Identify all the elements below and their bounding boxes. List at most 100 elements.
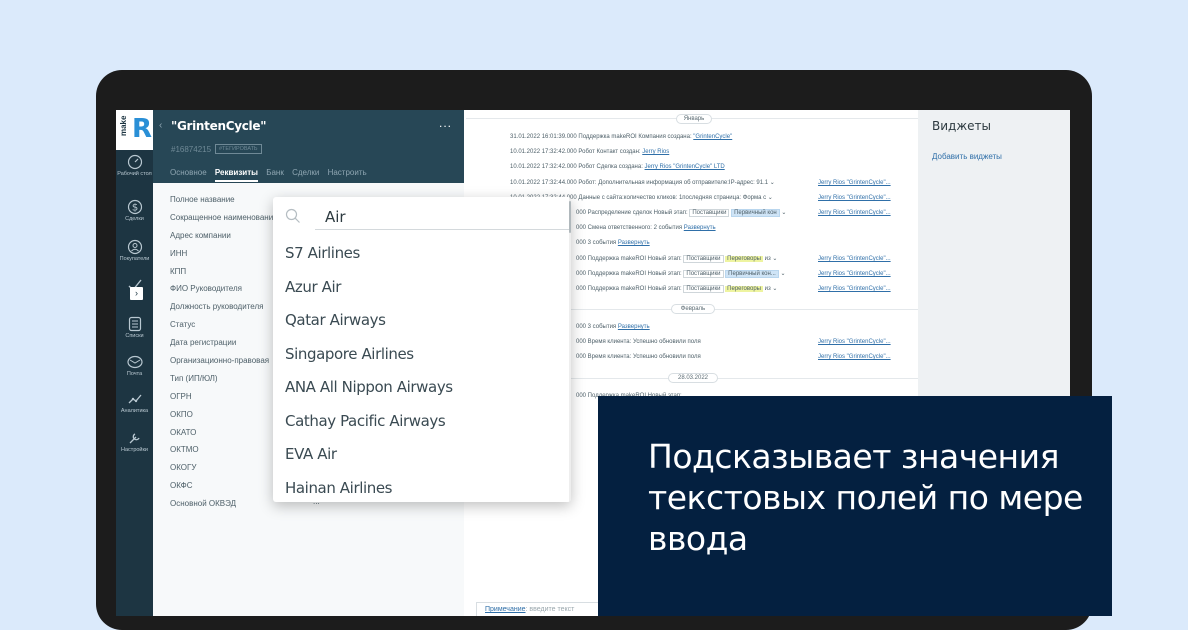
feed-row: 000 Время клиента: Успешно обновили поля [576,354,701,360]
field-label: Дата регистрации [170,338,237,348]
feed-row: 000 Распределение сделок Новый этап: Пос… [576,209,787,217]
card-menu-button[interactable]: ... [439,116,452,130]
widgets-title: Виджеты [932,119,991,133]
field-label: ОКФС [170,481,193,491]
mail-icon [126,355,143,369]
tab-requisites[interactable]: Реквизиты [214,168,258,182]
stage-tag: Первичный кон... [725,270,779,278]
nav-label: Рабочий стол [117,171,152,177]
scroll-thumb[interactable] [569,201,571,233]
makeroi-logo: make R [116,110,153,150]
tab-deals[interactable]: Сделки [292,168,319,177]
suggestion-item[interactable]: Qatar Airways [285,311,386,329]
feed-deal-link[interactable]: Jerry Rios "GrintenCycle"... [818,179,891,188]
svg-text:$: $ [131,203,137,214]
feed-deal-link[interactable]: Jerry Rios "GrintenCycle"... [818,209,891,218]
stage-tag: Переговоры [725,256,763,262]
autocomplete-dropdown: S7 Airlines Azur Air Qatar Airways Singa… [273,197,571,502]
expand-link[interactable]: Развернуть [618,240,650,246]
tab-main[interactable]: Основное [170,168,207,177]
feed-row: 000 Поддержка makeROI Новый этап: Постав… [576,285,778,293]
card-header: ‹ "GrintenCycle" ... #16874215 #ТЕГИРОВА… [153,110,464,183]
nav-label: Сделки [125,216,144,222]
expand-link[interactable]: Развернуть [684,225,716,231]
add-widgets-link[interactable]: Добавить виджеты [932,152,1002,161]
field-label: ОГРН [170,391,192,401]
feed-row: 000 Время клиента: Успешно обновили поля [576,339,701,345]
note-input[interactable]: Примечание: введите текст [476,602,616,616]
feed-deal-link[interactable]: Jerry Rios "GrintenCycle"... [818,194,891,203]
month-separator: Январь [676,114,712,124]
feed-deal-link[interactable]: Jerry Rios "GrintenCycle"... [818,338,891,347]
dollar-icon: $ [127,199,142,215]
month-separator: Февраль [671,304,715,314]
banner-caption: Подсказывает значения текстовых полей по… [648,437,1083,558]
feed-row: 000 3 события Развернуть [576,324,650,330]
tab-configure[interactable]: Настроить [328,168,367,177]
nav-item-mail[interactable]: Почта [116,354,153,377]
field-label: Полное название [170,195,235,204]
feed-deal-link[interactable]: Jerry Rios "GrintenCycle"... [818,353,891,362]
field-label: ФИО Руководителя [170,284,242,294]
field-label: Основной ОКВЭД [170,499,237,509]
tab-bank[interactable]: Банк [266,168,284,177]
feed-link[interactable]: "GrintenCycle" [693,134,732,140]
field-label: КПП [170,266,187,276]
suggestion-item[interactable]: Singapore Airlines [285,345,414,363]
field-label: Должность руководителя [170,302,264,312]
back-button[interactable]: ‹ [159,120,162,131]
suggestion-item[interactable]: Hainan Airlines [285,479,392,497]
feed-deal-link[interactable]: Jerry Rios "GrintenCycle"... [818,270,891,279]
nav-item-analytics[interactable]: Аналитика [116,391,153,414]
suggestion-item[interactable]: Cathay Pacific Airways [285,412,446,430]
date-separator: 28.03.2022 [668,373,718,383]
field-label: Организационно-правовая [170,356,270,366]
search-box [283,205,571,231]
buyers-icon [127,239,142,255]
company-title[interactable]: "GrintenCycle" [171,119,266,133]
field-label: ОКАТО [170,427,197,437]
lists-icon [128,316,141,332]
feed-row: 31.01.2022 16:01:39.000 Поддержка makeRO… [510,134,733,140]
nav-item-buyers[interactable]: Покупатели [116,239,153,262]
card-tabs: Основное Реквизиты Банк Сделки Настроить [170,168,373,182]
nav-item-dashboard[interactable]: Рабочий стол [116,154,153,177]
feed-deal-link[interactable]: Jerry Rios "GrintenCycle"... [818,285,891,294]
dropdown-scrollbar[interactable] [569,197,571,502]
field-label: Тип (ИП/ЮЛ) [170,373,218,383]
feed-row: 10.01.2022 17:32:42.000 Робот Контакт со… [510,149,670,155]
field-label: ИНН [170,248,188,258]
field-label: ОКОГУ [170,463,197,473]
stage-tag: Первичный кон [731,209,780,217]
suggestion-item[interactable]: Azur Air [285,278,341,296]
settings-icon [129,433,140,444]
dashboard-icon [127,154,142,170]
feed-row: 000 Смена ответственного: 2 события Разв… [576,225,716,231]
expand-link[interactable]: Развернуть [618,324,650,330]
field-label: ОКТМО [170,445,199,455]
stage-tag: Переговоры [725,286,763,292]
nav-label: Покупатели [119,256,150,262]
feed-link[interactable]: Jerry Rios [642,149,669,155]
field-label: Статус [170,320,196,330]
feed-deal-link[interactable]: Jerry Rios "GrintenCycle"... [818,255,891,264]
feed-row: 000 3 события Развернуть [576,240,650,246]
left-nav: make R Рабочий стол $ Сделки Покупатели … [116,110,153,616]
nav-label: Аналитика [120,408,149,414]
nav-item-deals[interactable]: $ Сделки [116,199,153,222]
nav-item-lists[interactable]: Списки [116,316,153,339]
feed-row: 10.01.2022 17:32:42.000 Робот Сделка соз… [510,164,725,170]
tag-button[interactable]: #ТЕГИРОВАТЬ [215,144,262,154]
feed-link[interactable]: Jerry Rios "GrintenCycle" LTD [645,164,725,170]
suggestion-item[interactable]: ANA All Nippon Airways [285,378,453,396]
suggestion-item[interactable]: EVA Air [285,445,337,463]
nav-item-settings[interactable]: Настройки [116,430,153,453]
nav-label: Списки [125,333,144,339]
nav-expand-button[interactable]: › [130,287,143,300]
feature-banner: Подсказывает значения текстовых полей по… [598,396,1112,616]
feed-row: 000 Поддержка makeROI Новый этап: Постав… [576,255,778,263]
field-label: ОКПО [170,409,193,419]
search-input[interactable] [315,205,571,230]
requisites-fields: Полное название Сокращенное наименование… [170,194,280,516]
suggestion-item[interactable]: S7 Airlines [285,244,360,262]
